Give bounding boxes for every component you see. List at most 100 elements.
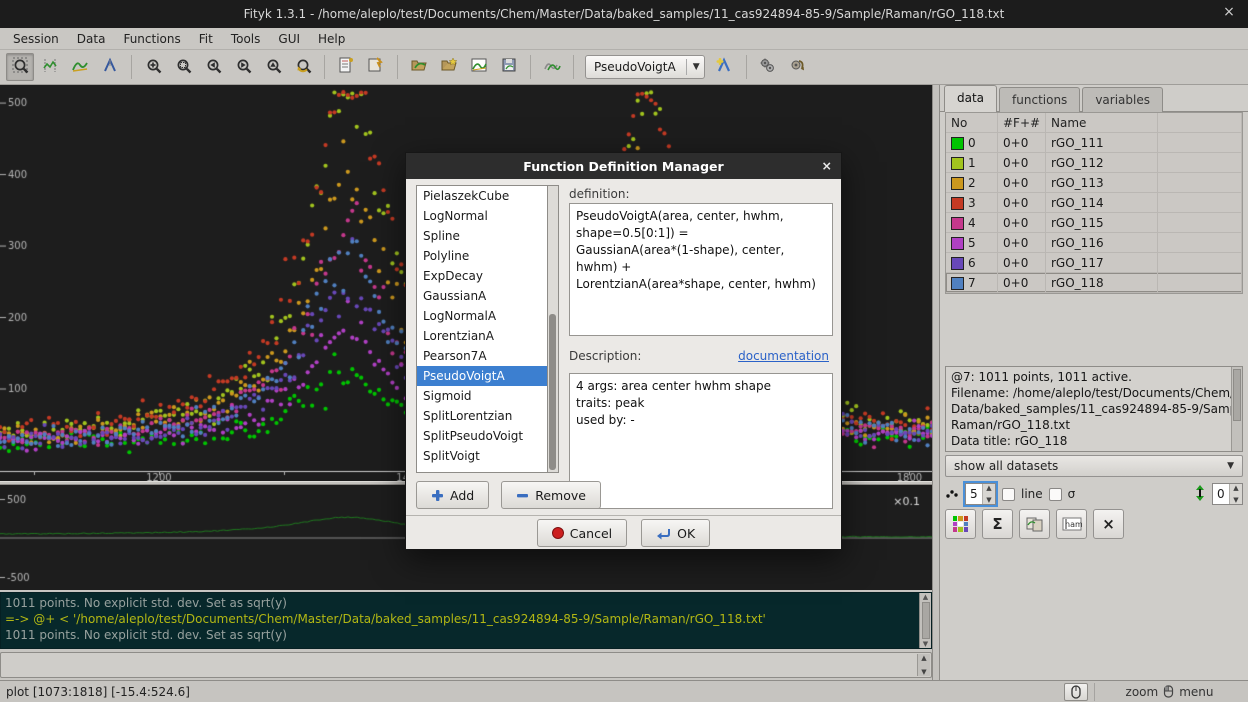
function-type-item-SplitLorentzian[interactable]: SplitLorentzian [417, 406, 547, 426]
menu-help[interactable]: Help [309, 30, 354, 48]
zoom-undo-button[interactable] [289, 53, 317, 81]
zoom-left-button[interactable] [199, 53, 227, 81]
function-list-scrollbar[interactable] [548, 185, 559, 473]
panel-splitter[interactable] [932, 85, 940, 680]
function-type-item-SplitVoigt[interactable]: SplitVoigt [417, 446, 547, 466]
function-type-item-LorentzianA[interactable]: LorentzianA [417, 326, 547, 346]
table-cell: 4 [946, 213, 998, 233]
zoom-all-icon [175, 57, 192, 77]
scroll-up-icon[interactable]: ▲ [923, 593, 928, 601]
shift-spinner[interactable]: 0 ▲▼ [1212, 483, 1243, 505]
data-range-mode-button[interactable] [36, 53, 64, 81]
table-cell: 0+0 [998, 173, 1046, 193]
dialog-close-icon[interactable]: × [822, 158, 832, 173]
menu-functions[interactable]: Functions [114, 30, 189, 48]
dataset-row-rGO_111[interactable]: 00+0rGO_111 [946, 133, 1242, 153]
dataset-row-rGO_115[interactable]: 40+0rGO_115 [946, 213, 1242, 233]
sum-datasets-button[interactable]: Σ [982, 509, 1013, 539]
mouse-config-button[interactable] [1064, 683, 1088, 701]
dataset-color-swatch[interactable] [951, 157, 964, 170]
remove-function-button[interactable]: Remove [501, 481, 601, 509]
table-header: No#F+#Name [946, 113, 1242, 133]
menu-data[interactable]: Data [68, 30, 115, 48]
add-function-button[interactable]: Add [416, 481, 489, 509]
dataset-row-rGO_116[interactable]: 50+0rGO_116 [946, 233, 1242, 253]
command-input[interactable] [3, 655, 917, 675]
save-image-button[interactable] [465, 53, 493, 81]
dataset-row-rGO_117[interactable]: 60+0rGO_117 [946, 253, 1242, 273]
function-type-item-LogNormalA[interactable]: LogNormalA [417, 306, 547, 326]
function-type-item-LogNormal[interactable]: LogNormal [417, 206, 547, 226]
function-type-item-Pearson7A[interactable]: Pearson7A [417, 346, 547, 366]
function-type-item-Sigmoid[interactable]: Sigmoid [417, 386, 547, 406]
function-type-item-PielaszekCube[interactable]: PielaszekCube [417, 186, 547, 206]
console-line: 1011 points. No explicit std. dev. Set a… [5, 627, 927, 643]
table-cell: rGO_115 [1046, 213, 1158, 233]
zoom-all-button[interactable] [169, 53, 197, 81]
peak-draw-mode-button[interactable] [96, 53, 124, 81]
table-cell: 0+0 [998, 253, 1046, 273]
ok-button[interactable]: OK [641, 519, 710, 547]
dataset-color-swatch[interactable] [951, 197, 964, 210]
line-checkbox[interactable] [1002, 488, 1015, 501]
save-session-button[interactable] [495, 53, 523, 81]
dataset-color-swatch[interactable] [951, 177, 964, 190]
point-size-spinner[interactable]: 5 ▲▼ [965, 483, 996, 505]
window-close-icon[interactable]: × [1220, 4, 1238, 20]
zoom-in-button[interactable] [139, 53, 167, 81]
rename-dataset-button[interactable]: nam [1056, 509, 1087, 539]
command-history-spinner[interactable]: ▲▼ [917, 654, 930, 676]
dialog-title-bar: Function Definition Manager × [406, 153, 841, 179]
dataset-color-swatch[interactable] [951, 257, 964, 270]
tab-functions[interactable]: functions [999, 87, 1080, 112]
dataset-color-swatch[interactable] [951, 277, 964, 290]
table-cell [1158, 253, 1242, 273]
function-type-item-SplitPseudoVoigt[interactable]: SplitPseudoVoigt [417, 426, 547, 446]
background-mode-button[interactable] [66, 53, 94, 81]
function-type-item-GaussianA[interactable]: GaussianA [417, 286, 547, 306]
log-script-button[interactable] [332, 53, 360, 81]
menu-session[interactable]: Session [4, 30, 68, 48]
info-scrollbar[interactable] [1231, 367, 1242, 451]
dataset-filter-dropdown[interactable]: show all datasets ▼ [945, 455, 1243, 477]
menu-fit[interactable]: Fit [190, 30, 222, 48]
menu-tools[interactable]: Tools [222, 30, 270, 48]
sigma-checkbox[interactable] [1049, 488, 1062, 501]
copy-data-button[interactable] [1019, 509, 1050, 539]
open-data-append-button[interactable] [435, 53, 463, 81]
dataset-row-rGO_114[interactable]: 30+0rGO_114 [946, 193, 1242, 213]
function-type-item-PseudoVoigtA[interactable]: PseudoVoigtA [417, 366, 547, 386]
cancel-button[interactable]: Cancel [537, 519, 627, 547]
open-data-button[interactable] [405, 53, 433, 81]
guess-function-icon [544, 57, 561, 77]
run-fit-button[interactable] [784, 53, 812, 81]
function-type-combo[interactable]: PseudoVoigtA▼ [585, 55, 705, 79]
definition-textarea[interactable]: PseudoVoigtA(area, center, hwhm, shape=0… [569, 203, 833, 336]
guess-function-button[interactable] [538, 53, 566, 81]
function-type-item-Spline[interactable]: Spline [417, 226, 547, 246]
dataset-color-swatch[interactable] [951, 237, 964, 250]
zoom-right-button[interactable] [229, 53, 257, 81]
dataset-row-rGO_113[interactable]: 20+0rGO_113 [946, 173, 1242, 193]
tab-data[interactable]: data [944, 85, 997, 112]
dataset-color-swatch[interactable] [951, 137, 964, 150]
zoom-mode-button[interactable] [6, 53, 34, 81]
colors-grid-icon [953, 516, 969, 532]
menu-gui[interactable]: GUI [269, 30, 309, 48]
dataset-color-swatch[interactable] [951, 217, 964, 230]
exec-script-button[interactable] [362, 53, 390, 81]
scroll-down-icon[interactable]: ▼ [923, 640, 928, 648]
console-scrollbar[interactable]: ▲ ▼ [919, 593, 931, 648]
documentation-link[interactable]: documentation [738, 349, 829, 363]
function-type-item-ExpDecay[interactable]: ExpDecay [417, 266, 547, 286]
zoom-up-button[interactable] [259, 53, 287, 81]
tab-variables[interactable]: variables [1082, 87, 1163, 112]
delete-dataset-button[interactable]: × [1093, 509, 1124, 539]
add-peak-button[interactable] [711, 53, 739, 81]
dataset-row-rGO_112[interactable]: 10+0rGO_112 [946, 153, 1242, 173]
dataset-row-rGO_118[interactable]: 70+0rGO_118 [946, 273, 1242, 293]
dataset-colors-button[interactable] [945, 509, 976, 539]
function-type-item-Polyline[interactable]: Polyline [417, 246, 547, 266]
mouse-hint-icon [1163, 685, 1174, 698]
auto-add-button[interactable] [754, 53, 782, 81]
